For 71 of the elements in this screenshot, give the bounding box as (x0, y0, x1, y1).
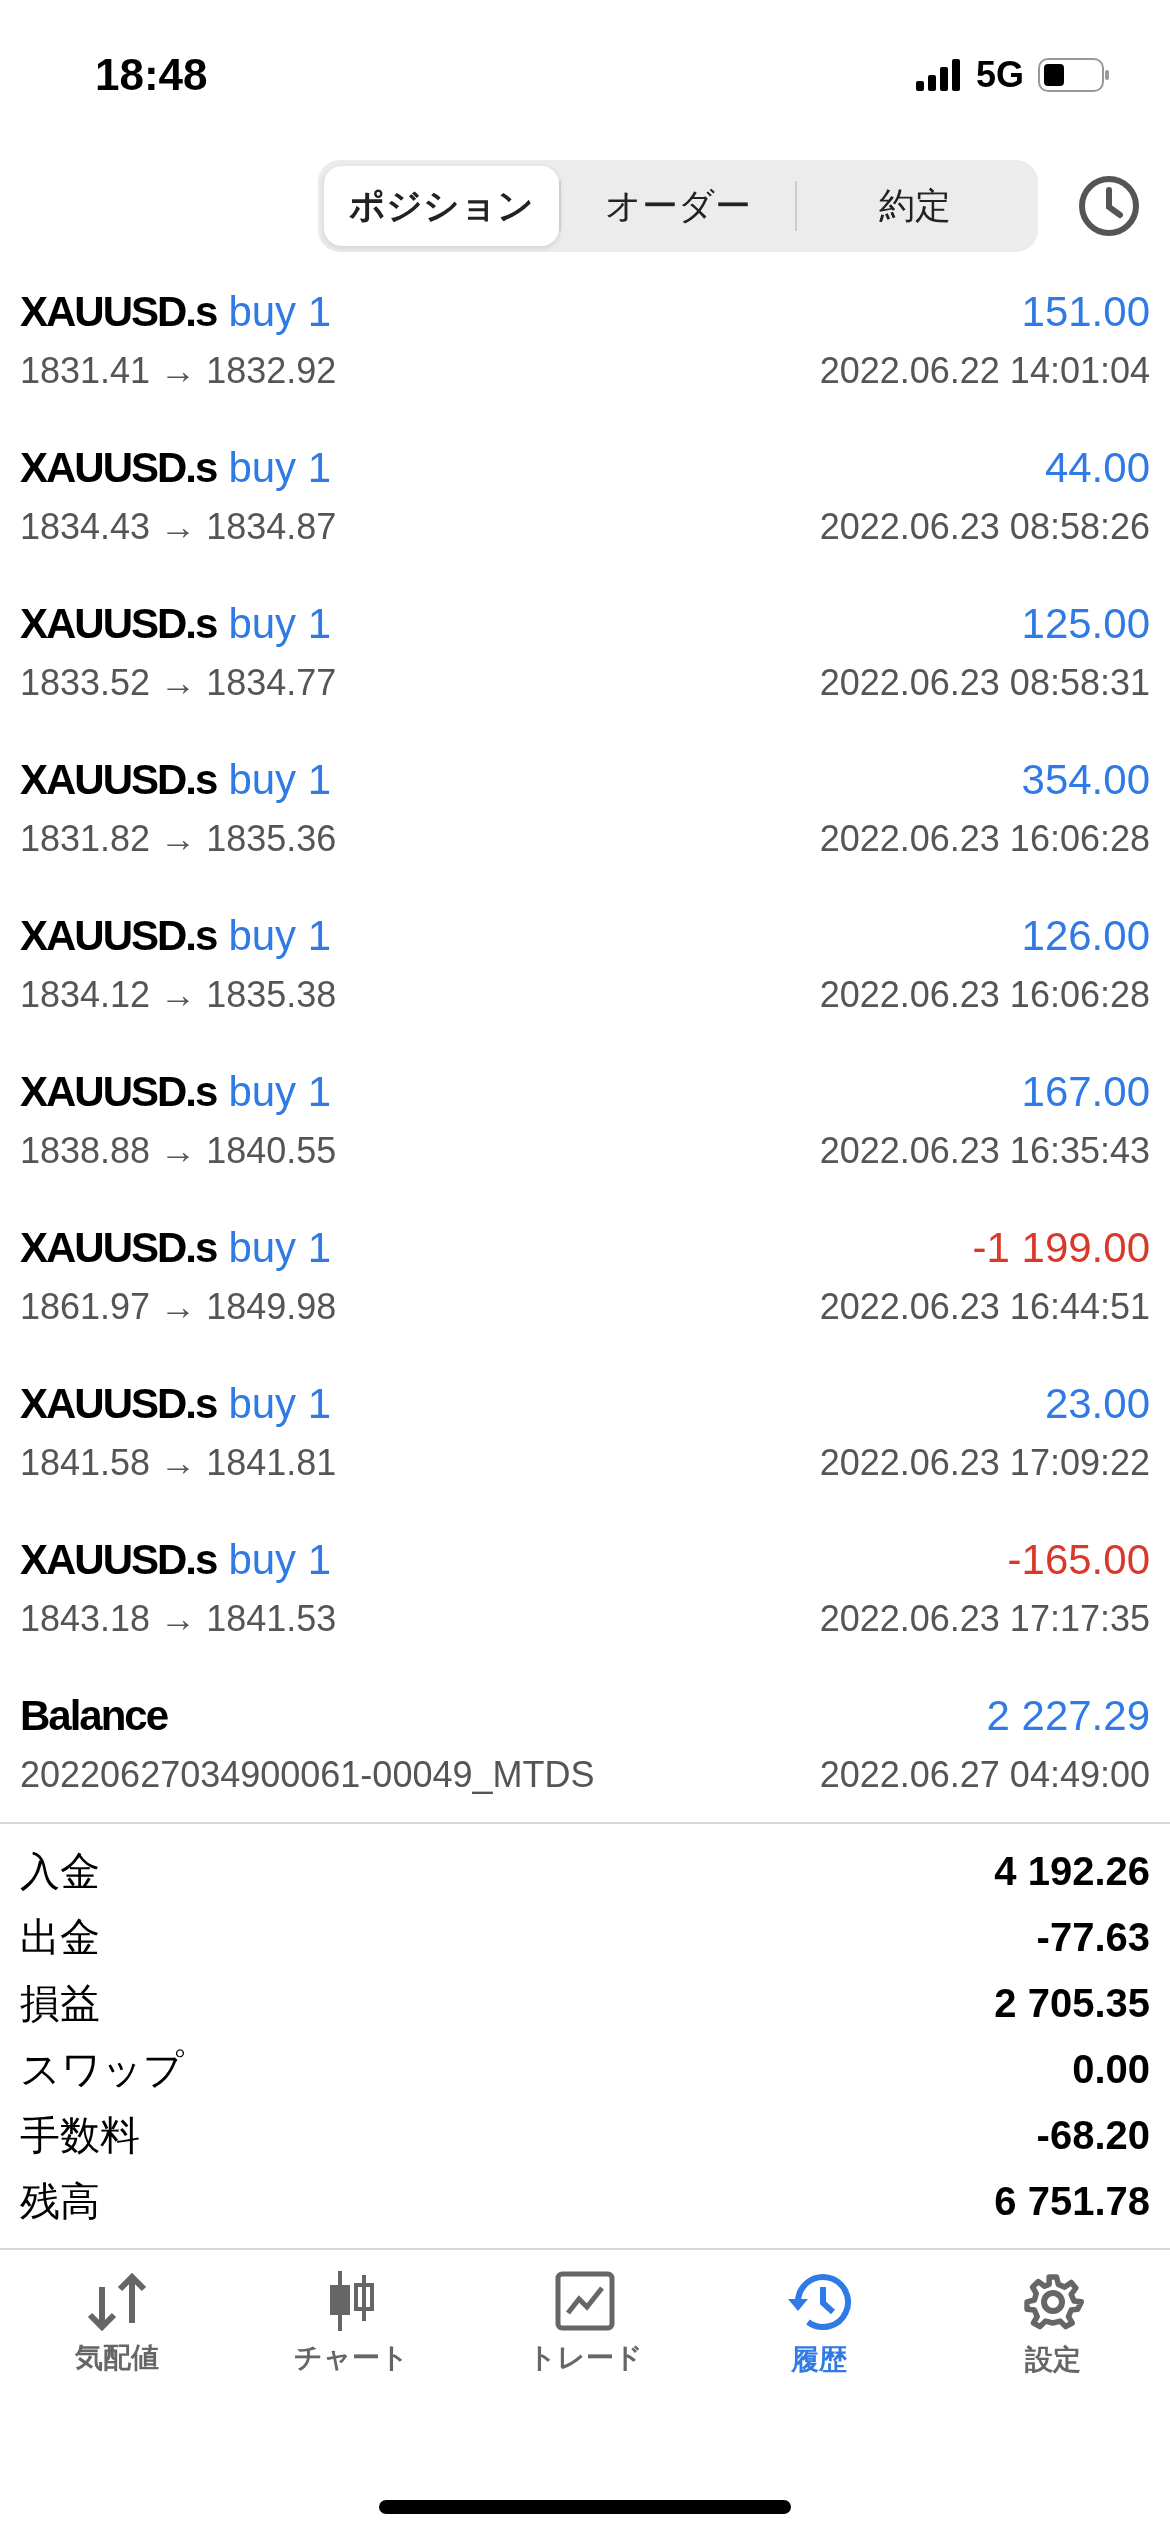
status-time: 18:48 (95, 50, 208, 100)
summary-value: -77.63 (1036, 1914, 1150, 1960)
deal-time: 2022.06.23 08:58:31 (819, 662, 1150, 704)
symbol-label: XAUUSD.s (20, 1536, 217, 1584)
trade-action: buy 1 (228, 288, 332, 336)
symbol-label: XAUUSD.s (20, 600, 217, 648)
symbol-label: XAUUSD.s (20, 1380, 217, 1428)
symbol-label: XAUUSD.s (20, 912, 217, 960)
deal-time: 2022.06.23 08:58:26 (819, 506, 1150, 548)
profit-value: 151.00 (1021, 288, 1150, 336)
price-range: 1831.41 → 1832.92 (20, 350, 337, 392)
trade-action: buy 1 (228, 1224, 332, 1272)
price-range: 1861.97 → 1849.98 (20, 1286, 337, 1328)
nav-tab[interactable]: 気配値 (17, 2270, 217, 2420)
summary-label: 入金 (20, 1847, 100, 1895)
trade-action: buy 1 (228, 756, 332, 804)
trade-action: buy 1 (228, 1536, 332, 1584)
price-range: 1834.43 → 1834.87 (20, 506, 337, 548)
nav-tab[interactable]: チャート (251, 2270, 451, 2420)
deal-time: 2022.06.27 04:49:00 (819, 1754, 1150, 1796)
price-range: 1838.88 → 1840.55 (20, 1130, 337, 1172)
deal-time: 2022.06.23 16:35:43 (819, 1130, 1150, 1172)
segment-tab[interactable]: 約定 (797, 166, 1032, 246)
price-range: 1834.12 → 1835.38 (20, 974, 337, 1016)
profit-value: 125.00 (1021, 600, 1150, 648)
trade-action: buy 1 (228, 912, 332, 960)
segment-tab[interactable]: オーダー (560, 166, 796, 246)
summary-label: 手数料 (20, 2111, 140, 2159)
symbol-label: XAUUSD.s (20, 444, 217, 492)
network-label: 5G (975, 54, 1024, 96)
deal-time: 2022.06.23 16:44:51 (819, 1286, 1150, 1328)
trade-action: buy 1 (228, 444, 332, 492)
deal-time: 2022.06.23 16:06:28 (819, 974, 1150, 1016)
deal-time: 2022.06.23 16:06:28 (819, 818, 1150, 860)
summary-label: スワップ (20, 2045, 184, 2093)
profit-value: 2 227.29 (986, 1692, 1150, 1740)
summary-value: 6 751.78 (994, 2178, 1150, 2224)
profit-value: 44.00 (1044, 444, 1150, 492)
symbol-label: XAUUSD.s (20, 756, 217, 804)
summary-label: 残高 (20, 2177, 100, 2225)
trade-action: buy 1 (228, 1380, 332, 1428)
price-range: 20220627034900061-00049_MTDS (20, 1754, 595, 1796)
trade-action: buy 1 (228, 600, 332, 648)
profit-value: 354.00 (1021, 756, 1150, 804)
trade-action: buy 1 (228, 1068, 332, 1116)
segment-tab[interactable]: ポジション (324, 166, 559, 246)
profit-value: -165.00 (1007, 1536, 1150, 1584)
profit-value: 167.00 (1021, 1068, 1150, 1116)
nav-tab[interactable]: 設定 (953, 2270, 1153, 2420)
price-range: 1831.82 → 1835.36 (20, 818, 337, 860)
symbol-label: XAUUSD.s (20, 288, 217, 336)
price-range: 1833.52 → 1834.77 (20, 662, 337, 704)
summary-label: 損益 (20, 1979, 100, 2027)
symbol-label: XAUUSD.s (20, 1224, 217, 1272)
summary-value: 0.00 (1072, 2046, 1150, 2092)
profit-value: 23.00 (1044, 1380, 1150, 1428)
price-range: 1843.18 → 1841.53 (20, 1598, 337, 1640)
deal-time: 2022.06.22 14:01:04 (819, 350, 1150, 392)
profit-value: 126.00 (1021, 912, 1150, 960)
symbol-label: XAUUSD.s (20, 1068, 217, 1116)
nav-tab[interactable]: トレード (485, 2270, 685, 2420)
symbol-label: Balance (20, 1692, 168, 1740)
profit-value: -1 199.00 (972, 1224, 1150, 1272)
summary-value: -68.20 (1036, 2112, 1150, 2158)
nav-tab[interactable]: 履歴 (719, 2270, 919, 2420)
deal-time: 2022.06.23 17:17:35 (819, 1598, 1150, 1640)
deal-time: 2022.06.23 17:09:22 (819, 1442, 1150, 1484)
summary-value: 2 705.35 (994, 1980, 1150, 2026)
summary-value: 4 192.26 (994, 1848, 1150, 1894)
summary-label: 出金 (20, 1913, 100, 1961)
price-range: 1841.58 → 1841.81 (20, 1442, 337, 1484)
